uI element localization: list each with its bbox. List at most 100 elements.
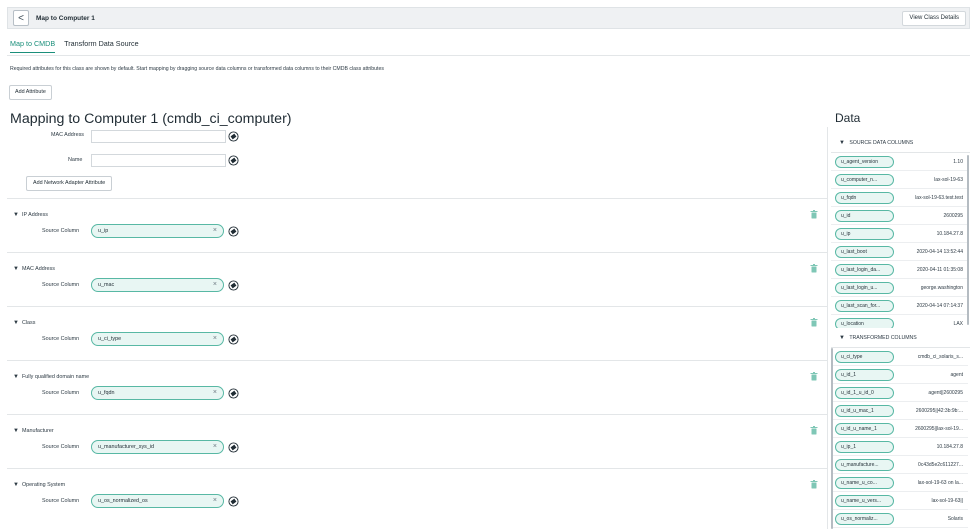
column-sample-value: 10.184.27.8 [936, 231, 963, 237]
transformed-columns-list[interactable]: u_ci_type cmdb_ci_solaris_s... u_id_1 agent… [831, 348, 970, 529]
data-column-row[interactable]: u_manufacture... 0c43d5e2c611227... [831, 456, 968, 474]
data-column-row[interactable]: u_name_u_vers... lax-sol-19-63|| [831, 492, 968, 510]
column-sample-value: lax-sol-19-63.test.test [915, 195, 963, 201]
draggable-column-chip[interactable]: u_last_login_u... [835, 282, 894, 294]
eraser-icon[interactable] [228, 388, 239, 399]
transformed-list-scrollbar[interactable] [831, 348, 833, 529]
data-panel: ▼ SOURCE DATA COLUMNS u_agent_version 1.1… [831, 133, 970, 529]
data-column-row[interactable]: u_ip 10.184.27.8 [831, 225, 968, 243]
draggable-column-chip[interactable]: u_manufacture... [835, 459, 894, 471]
source-column-label: Source Column [42, 444, 80, 450]
source-column-input[interactable]: u_os_normalized_os × [91, 494, 224, 508]
clear-x-icon[interactable]: × [213, 225, 217, 237]
eraser-icon[interactable] [228, 334, 239, 345]
trash-icon[interactable] [810, 426, 818, 435]
mapping-list[interactable]: MAC Address Name Add Network Adapter Att… [7, 127, 827, 529]
section-title: Manufacturer [21, 428, 54, 434]
draggable-column-chip[interactable]: u_last_scan_for... [835, 300, 894, 312]
data-column-row[interactable]: u_id_1 agent [831, 366, 968, 384]
trash-icon[interactable] [810, 318, 818, 327]
data-column-row[interactable]: u_name_u_co... lax-sol-19-63 on la... [831, 474, 968, 492]
section-toggle[interactable]: ▼ Class [13, 320, 35, 326]
column-sample-value: 2020-04-14 07:14:37 [916, 303, 963, 309]
clear-x-icon[interactable]: × [213, 495, 217, 507]
source-column-input[interactable]: u_ip × [91, 224, 224, 238]
source-list-scrollbar[interactable] [967, 155, 969, 325]
eraser-icon[interactable] [228, 280, 239, 291]
section-toggle[interactable]: ▼ Manufacturer [13, 428, 54, 434]
eraser-icon[interactable] [228, 226, 239, 237]
source-column-input[interactable]: u_manufacturer_sys_id × [91, 440, 224, 454]
data-column-row[interactable]: u_ip_1 10.184.27.8 [831, 438, 968, 456]
draggable-column-chip[interactable]: u_id_1 [835, 369, 894, 381]
data-column-row[interactable]: u_fqdn lax-sol-19-63.test.test [831, 189, 968, 207]
draggable-column-chip[interactable]: u_ip [835, 228, 894, 240]
section-toggle[interactable]: ▼ Operating System [13, 482, 65, 488]
trash-icon[interactable] [810, 480, 818, 489]
source-column-input[interactable]: u_ci_type × [91, 332, 224, 346]
data-column-row[interactable]: u_id_1_u_id_0 agent||2600295 [831, 384, 968, 402]
source-data-columns-header[interactable]: ▼ SOURCE DATA COLUMNS [831, 133, 970, 153]
chevron-left-icon: < [18, 12, 24, 24]
trash-icon[interactable] [810, 210, 818, 219]
section-toggle[interactable]: ▼ Fully qualified domain name [13, 374, 89, 380]
clear-x-icon[interactable]: × [213, 279, 217, 291]
data-column-row[interactable]: u_agent_version 1.10 [831, 153, 968, 171]
section-toggle[interactable]: ▼ IP Address [13, 212, 48, 218]
trash-icon[interactable] [810, 264, 818, 273]
draggable-column-chip[interactable]: u_id_u_mac_1 [835, 405, 894, 417]
view-class-details-button[interactable]: View Class Details [902, 11, 966, 26]
source-column-value: u_os_normalized_os [98, 498, 148, 504]
draggable-column-chip[interactable]: u_os_normaliz... [835, 513, 894, 525]
draggable-column-chip[interactable]: u_fqdn [835, 192, 894, 204]
clear-x-icon[interactable]: × [213, 333, 217, 345]
column-sample-value: 10.184.27.8 [936, 444, 963, 450]
draggable-column-chip[interactable]: u_agent_version [835, 156, 894, 168]
clear-x-icon[interactable]: × [213, 441, 217, 453]
source-column-input[interactable]: u_fqdn × [91, 386, 224, 400]
data-column-row[interactable]: u_last_login_u... george.washington [831, 279, 968, 297]
draggable-column-chip[interactable]: u_ci_type [835, 351, 894, 363]
transformed-columns-header[interactable]: ▼ TRANSFORMED COLUMNS [831, 328, 970, 348]
mac-address-input[interactable] [91, 130, 226, 143]
draggable-column-chip[interactable]: u_ip_1 [835, 441, 894, 453]
tab-transform-data-source[interactable]: Transform Data Source [64, 39, 138, 53]
data-column-row[interactable]: u_last_login_da... 2020-04-11 01:35:08 [831, 261, 968, 279]
page-header-title: Map to Computer 1 [36, 14, 95, 22]
draggable-column-chip[interactable]: u_name_u_vers... [835, 495, 894, 507]
clear-x-icon[interactable]: × [213, 387, 217, 399]
data-column-row[interactable]: u_id_u_mac_1 2600295||42:3b:9b:... [831, 402, 968, 420]
data-column-row[interactable]: u_computer_n... lax-sol-19-63 [831, 171, 968, 189]
source-columns-list[interactable]: u_agent_version 1.10 u_computer_n... lax-so… [831, 153, 970, 330]
eraser-icon[interactable] [228, 155, 239, 166]
data-column-row[interactable]: u_id_u_name_1 2600295||lax-sol-19... [831, 420, 968, 438]
draggable-column-chip[interactable]: u_name_u_co... [835, 477, 894, 489]
name-input[interactable] [91, 154, 226, 167]
source-column-input[interactable]: u_mac × [91, 278, 224, 292]
add-network-adapter-attribute-button[interactable]: Add Network Adapter Attribute [26, 176, 113, 191]
draggable-column-chip[interactable]: u_id_1_u_id_0 [835, 387, 894, 399]
section-title: Operating System [21, 482, 66, 488]
source-header-label: SOURCE DATA COLUMNS [849, 140, 914, 146]
eraser-icon[interactable] [228, 496, 239, 507]
data-column-row[interactable]: u_id 2600295 [831, 207, 968, 225]
data-column-row[interactable]: u_last_scan_for... 2020-04-14 07:14:37 [831, 297, 968, 315]
draggable-column-chip[interactable]: u_last_boot [835, 246, 894, 258]
draggable-column-chip[interactable]: u_id_u_name_1 [835, 423, 894, 435]
data-column-row[interactable]: u_last_boot 2020-04-14 13:52:44 [831, 243, 968, 261]
data-column-row[interactable]: u_os_normaliz... Solaris [831, 510, 968, 528]
draggable-column-chip[interactable]: u_last_login_da... [835, 264, 894, 276]
data-column-row[interactable]: u_ci_type cmdb_ci_solaris_s... [831, 348, 968, 366]
add-attribute-button[interactable]: Add Attribute [9, 85, 52, 100]
eraser-icon[interactable] [228, 442, 239, 453]
source-column-label: Source Column [42, 336, 80, 342]
caret-down-icon: ▼ [13, 266, 19, 272]
tab-map-to-cmdb[interactable]: Map to CMDB [10, 39, 56, 53]
section-toggle[interactable]: ▼ MAC Address [13, 266, 55, 272]
trash-icon[interactable] [810, 372, 818, 381]
draggable-column-chip[interactable]: u_id [835, 210, 894, 222]
column-sample-value: agent||2600295 [928, 390, 963, 396]
eraser-icon[interactable] [228, 131, 239, 142]
draggable-column-chip[interactable]: u_computer_n... [835, 174, 894, 186]
back-button[interactable]: < [13, 10, 29, 26]
